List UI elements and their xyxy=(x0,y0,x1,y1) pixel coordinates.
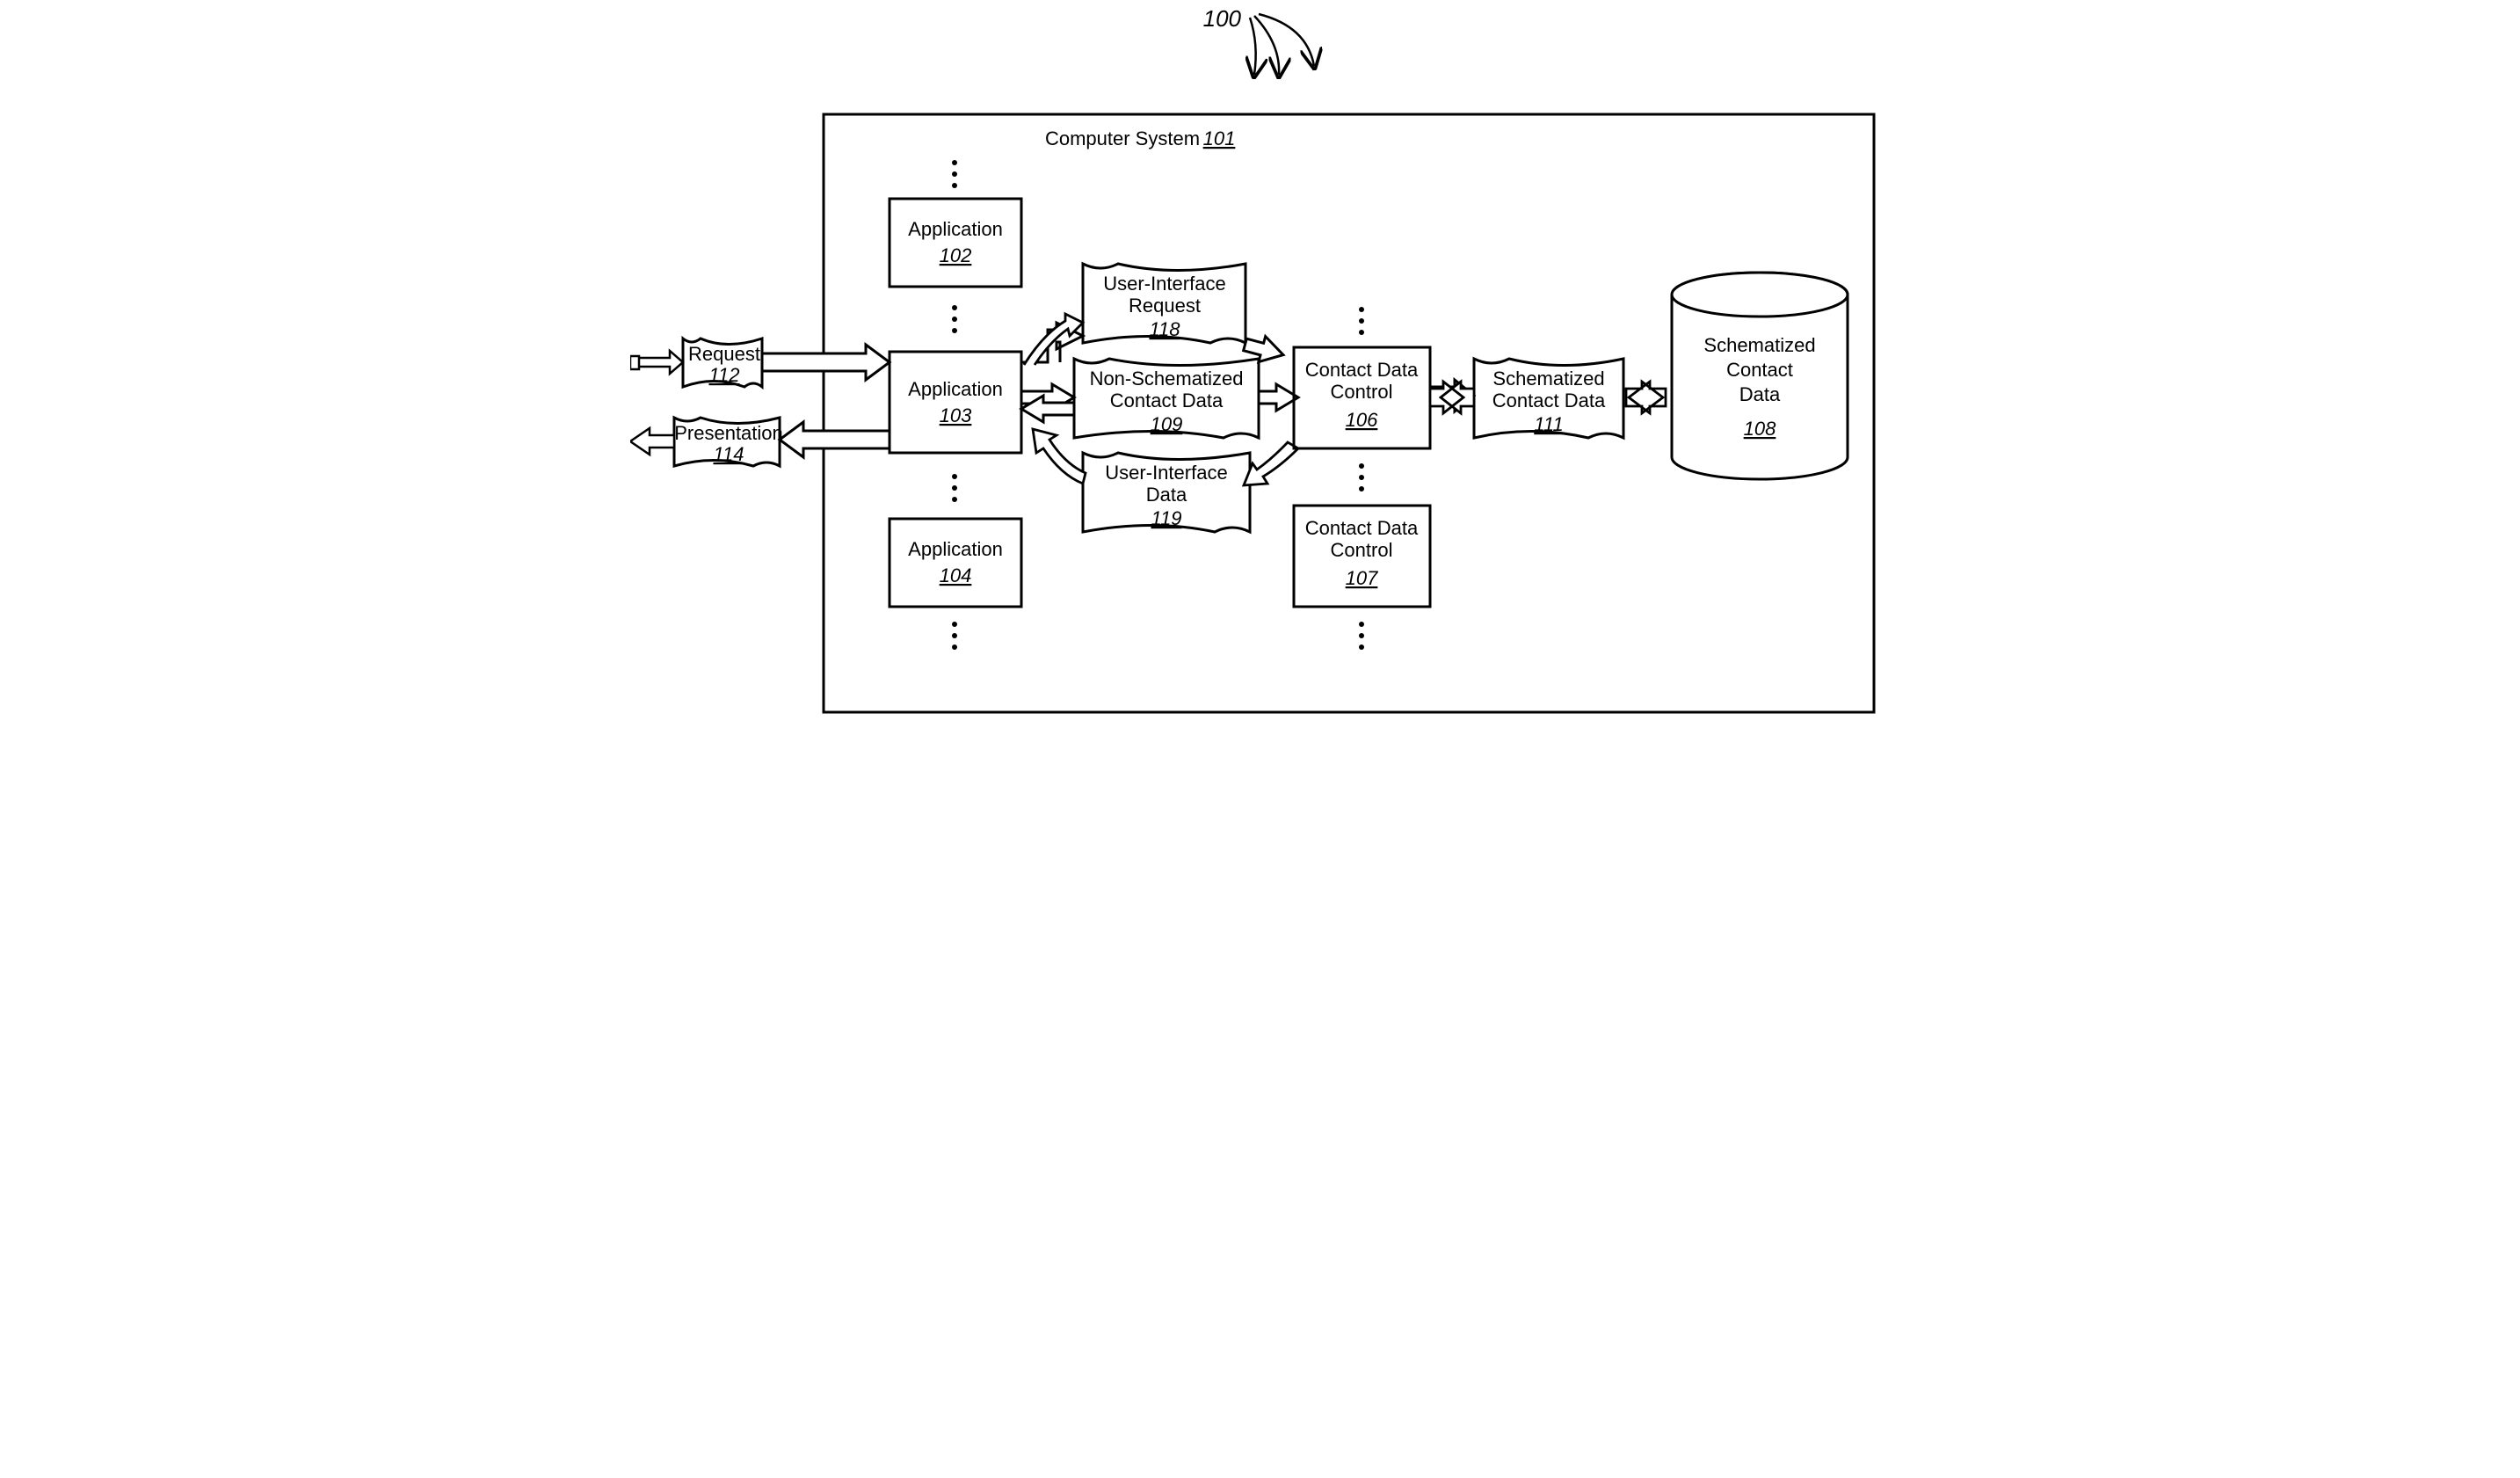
computer-system-num: 101 xyxy=(1202,127,1235,149)
svg-text:Application: Application xyxy=(908,378,1003,400)
svg-text:118: 118 xyxy=(1149,318,1180,340)
contact-data-control-107: Contact Data Control 107 xyxy=(1294,506,1430,607)
svg-text:Contact Data: Contact Data xyxy=(1304,359,1418,381)
app-dots-mid1 xyxy=(952,305,957,333)
svg-text:Contact Data: Contact Data xyxy=(1304,517,1418,539)
app-dots-bottom xyxy=(952,622,957,650)
figure-number: 100 xyxy=(1202,5,1241,32)
control-dots-bottom xyxy=(1359,622,1364,650)
svg-text:109: 109 xyxy=(1150,413,1182,435)
app-dots-top xyxy=(952,160,957,188)
svg-text:Request: Request xyxy=(688,343,760,365)
svg-text:107: 107 xyxy=(1345,567,1377,589)
arrow-app-to-presentation xyxy=(780,422,890,457)
application-102: Application 102 xyxy=(890,199,1021,287)
svg-text:Schematized: Schematized xyxy=(1703,334,1815,356)
svg-text:103: 103 xyxy=(939,404,971,426)
application-103: Application 103 xyxy=(890,352,1021,453)
svg-text:112: 112 xyxy=(708,364,739,386)
request-scroll: Request 112 xyxy=(683,339,762,387)
application-104: Application 104 xyxy=(890,519,1021,607)
non-schema-scroll: Non-Schematized Contact Data 109 xyxy=(1074,359,1259,438)
svg-text:Application: Application xyxy=(908,218,1003,240)
ui-data-scroll: User-Interface Data 119 xyxy=(1083,453,1250,532)
svg-text:119: 119 xyxy=(1151,507,1181,529)
svg-text:Contact Data: Contact Data xyxy=(1109,390,1223,411)
svg-text:111: 111 xyxy=(1534,413,1563,435)
svg-text:Request: Request xyxy=(1129,295,1201,317)
svg-text:Control: Control xyxy=(1330,381,1392,403)
computer-system-label: Computer System xyxy=(1044,127,1199,149)
svg-text:Contact: Contact xyxy=(1726,359,1793,381)
svg-text:User-Interface: User-Interface xyxy=(1105,462,1227,484)
presentation-scroll: Presentation 114 xyxy=(674,418,783,466)
ui-request-scroll: User-Interface Request 118 xyxy=(1083,264,1245,343)
svg-text:104: 104 xyxy=(939,564,971,586)
svg-text:User-Interface: User-Interface xyxy=(1103,273,1225,295)
svg-text:Schematized: Schematized xyxy=(1492,368,1604,390)
database-cylinder: Schematized Contact Data 108 xyxy=(1672,273,1848,479)
svg-text:Presentation: Presentation xyxy=(674,422,783,444)
svg-text:114: 114 xyxy=(713,443,744,465)
request-in-arrow xyxy=(630,351,683,374)
control-dots-top xyxy=(1359,307,1364,335)
svg-text:106: 106 xyxy=(1345,409,1377,431)
svg-text:108: 108 xyxy=(1743,418,1776,440)
schema-scroll: Schematized Contact Data 111 xyxy=(1474,359,1623,438)
svg-text:Contact Data: Contact Data xyxy=(1492,390,1605,411)
control-dots-mid xyxy=(1359,463,1364,491)
presentation-out-arrow xyxy=(630,428,674,455)
svg-text:Application: Application xyxy=(908,538,1003,560)
svg-text:Data: Data xyxy=(1145,484,1187,506)
arrow-nonschema-to-control xyxy=(1259,384,1298,411)
app-dots-mid2 xyxy=(952,474,957,502)
svg-text:Control: Control xyxy=(1330,539,1392,561)
arrow-bidir-schema-db xyxy=(1626,382,1666,413)
svg-text:Non-Schematized: Non-Schematized xyxy=(1089,368,1243,390)
arrow-control-to-uidata xyxy=(1244,442,1298,485)
diagram-canvas: 100 Computer System 101 Application 102 … xyxy=(630,0,1891,739)
figure-arrows xyxy=(1250,14,1314,75)
svg-text:Data: Data xyxy=(1739,383,1780,405)
arrow-request-to-app xyxy=(762,345,890,380)
svg-text:102: 102 xyxy=(939,244,971,266)
contact-data-control-106: Contact Data Control 106 xyxy=(1294,347,1430,448)
